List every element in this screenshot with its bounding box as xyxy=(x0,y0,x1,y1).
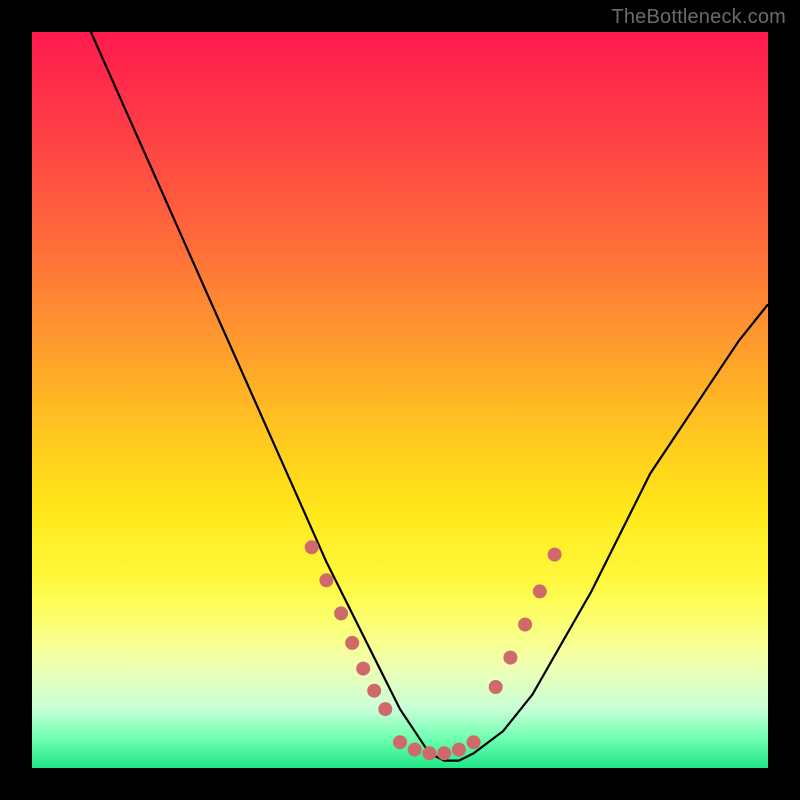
marker-dot xyxy=(367,684,381,698)
marker-dot xyxy=(437,746,451,760)
chart-frame: TheBottleneck.com xyxy=(0,0,800,800)
marker-dot xyxy=(548,548,562,562)
marker-dot xyxy=(503,651,517,665)
marker-dot xyxy=(305,540,319,554)
marker-dot xyxy=(408,743,422,757)
bottleneck-curve xyxy=(91,32,768,761)
watermark-text: TheBottleneck.com xyxy=(611,6,786,29)
marker-dot xyxy=(452,743,466,757)
marker-dot xyxy=(467,735,481,749)
marker-dot xyxy=(518,618,532,632)
marker-dot xyxy=(378,702,392,716)
marker-group-right xyxy=(489,548,562,694)
marker-dot xyxy=(334,606,348,620)
marker-dot xyxy=(533,584,547,598)
marker-group-left xyxy=(305,540,393,716)
marker-dot xyxy=(489,680,503,694)
marker-dot xyxy=(319,573,333,587)
marker-dot xyxy=(393,735,407,749)
marker-dot xyxy=(345,636,359,650)
marker-dot xyxy=(422,746,436,760)
chart-plot-area xyxy=(32,32,768,768)
chart-svg xyxy=(32,32,768,768)
marker-dot xyxy=(356,662,370,676)
